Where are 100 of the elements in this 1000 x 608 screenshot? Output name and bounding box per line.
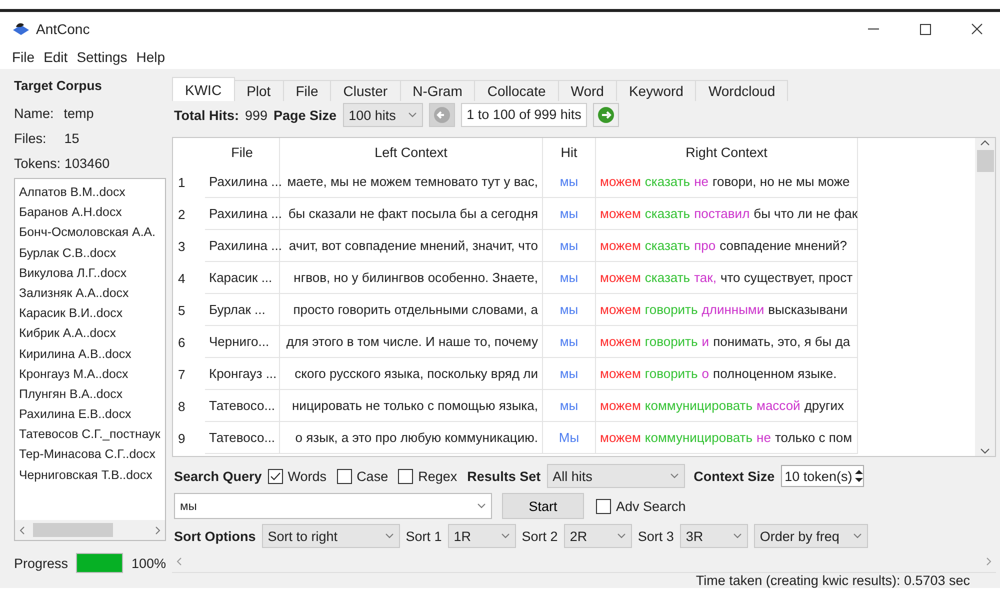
chevron-down-icon — [616, 533, 626, 539]
file-list-item[interactable]: Бонч-Осмоловская А.А. — [19, 222, 161, 243]
sort-level-label: Sort 1 — [406, 528, 442, 544]
table-cell: можем коммуницировать не только с пом — [596, 422, 858, 454]
file-list-item[interactable]: Алпатов В.М..docx — [19, 182, 161, 202]
app-logo-icon — [12, 21, 30, 37]
sort-mode-dropdown[interactable]: Sort to right — [262, 524, 400, 548]
checkbox[interactable] — [336, 468, 352, 484]
file-list-item[interactable]: Викулова Л.Г..docx — [19, 262, 161, 283]
table-cell: о язык, а это про любую коммуникацию. — [280, 422, 543, 454]
chevron-down-icon — [852, 533, 862, 539]
file-list-item[interactable]: Рахилина Е.В..docx — [19, 404, 161, 424]
files-count: 15 — [64, 131, 80, 146]
search-query-label: Search Query — [174, 468, 262, 484]
file-list-item[interactable]: Баранов А.Н.docx — [19, 202, 161, 222]
sort-level-dropdown[interactable]: 3R — [680, 524, 748, 548]
tab[interactable]: Keyword — [616, 80, 696, 101]
page-range-field[interactable]: 1 to 100 of 999 hits — [460, 103, 588, 127]
chevron-down-icon — [980, 448, 990, 454]
menu-item[interactable]: Edit — [44, 49, 68, 65]
progress-label: Progress — [14, 556, 68, 570]
chevron-right-icon — [986, 557, 992, 566]
file-list-item[interactable]: Черниговская Т.В..docx — [19, 464, 161, 485]
files-label: Files: — [14, 131, 46, 146]
total-hits-label: Total Hits: — [174, 108, 239, 122]
vertical-scrollbar[interactable] — [975, 138, 995, 456]
file-list-item[interactable]: Бурлак С.В..docx — [19, 242, 161, 263]
sort-level-label: Sort 3 — [638, 528, 674, 544]
file-list-item[interactable]: Кирилина А.В..docx — [19, 344, 161, 364]
table-cell: мы — [543, 262, 596, 294]
table-cell: можем говорить о полноценном языке. — [596, 358, 858, 390]
checkbox[interactable] — [398, 468, 414, 484]
row-number: 7 — [177, 366, 186, 384]
table-cell: Черниго... — [205, 326, 280, 358]
table-cell: Карасик ... — [205, 262, 280, 294]
sort-level-dropdown[interactable]: 1R — [448, 524, 516, 548]
page-size-dropdown[interactable]: 100 hits — [342, 103, 423, 127]
context-size-spinner[interactable]: 10 token(s) — [780, 465, 864, 487]
table-cell: Рахилина ... — [205, 166, 280, 198]
file-list-item[interactable]: Тер-Минасова С.Г..docx — [19, 444, 161, 465]
table-cell: мы — [543, 230, 596, 262]
table-cell: мы — [543, 166, 596, 198]
file-list-item[interactable]: Татевосов С.Г._постнаук — [19, 424, 161, 444]
order-dropdown[interactable]: Order by freq — [754, 524, 868, 548]
sort-level-dropdown[interactable]: 2R — [564, 524, 632, 548]
chevron-down-icon — [384, 533, 394, 539]
file-list-item[interactable]: Кибрик А.А..docx — [19, 323, 161, 344]
menu-item[interactable]: File — [12, 49, 35, 65]
table-cell: мы — [543, 326, 596, 358]
column-header[interactable]: File — [205, 138, 280, 166]
maximize-icon — [920, 24, 930, 34]
table-cell: можем сказать так, что существует, прост — [596, 262, 858, 294]
corpus-name: temp — [64, 106, 94, 121]
start-button[interactable]: Start — [502, 493, 584, 519]
close-icon — [971, 23, 983, 35]
table-cell: для этого в том числе. И наше то, почему — [280, 326, 543, 358]
file-list-item[interactable]: Карасик В.И..docx — [19, 303, 161, 324]
row-number: 3 — [177, 238, 186, 256]
table-cell: мы — [543, 294, 596, 326]
table-cell: мы — [543, 358, 596, 390]
search-query-field[interactable]: мы — [174, 493, 492, 519]
menu-item[interactable]: Help — [136, 49, 166, 65]
row-number: 8 — [177, 398, 186, 416]
row-number: 6 — [177, 334, 186, 352]
column-header[interactable]: Hit — [543, 138, 596, 166]
file-list-item[interactable]: Кронгауз М.А..docx — [19, 364, 161, 384]
table-cell: Мы — [543, 422, 596, 454]
tokens-label: Tokens: — [14, 156, 61, 171]
results-set-dropdown[interactable]: All hits — [546, 464, 685, 488]
table-cell: нгвов, но у билингвов особенно. Знаете, — [280, 262, 543, 294]
file-list-item[interactable]: Плунгян В.А..docx — [19, 384, 161, 404]
sort-level-label: Sort 2 — [522, 528, 558, 544]
chevron-right-icon — [155, 526, 161, 534]
menu-item[interactable]: Settings — [76, 49, 128, 65]
table-cell: мы — [543, 198, 596, 230]
scrollbar-thumb[interactable] — [33, 523, 113, 537]
tab[interactable]: KWIC — [172, 77, 235, 101]
column-header[interactable]: Right Context — [596, 138, 858, 166]
table-cell: Рахилина ... — [205, 230, 280, 262]
next-page-button[interactable] — [593, 103, 620, 127]
column-header[interactable]: Left Context — [280, 138, 543, 166]
chevron-left-icon — [176, 557, 182, 566]
scrollbar-thumb[interactable] — [976, 150, 994, 172]
table-cell: мы — [543, 390, 596, 422]
file-list-item[interactable]: Зализняк А.А..docx — [19, 282, 161, 304]
table-cell: Бурлак ... — [205, 294, 280, 326]
table-cell: ницировать не только с помощью языка, — [280, 390, 543, 422]
table-cell: можем говорить и понимать, это, я бы да — [596, 326, 858, 358]
corpus-heading: Target Corpus — [14, 77, 103, 95]
horizontal-scrollbar[interactable] — [15, 520, 165, 540]
table-cell: ского русского языка, поскольку вряд ли — [280, 358, 543, 390]
checkbox[interactable] — [268, 468, 283, 484]
previous-page-button[interactable] — [428, 103, 455, 127]
row-number: 5 — [177, 302, 186, 320]
row-number: 9 — [177, 430, 186, 448]
tab[interactable]: Wordcloud — [695, 80, 788, 101]
table-cell: просто говорить отдельными словами, а — [280, 294, 543, 326]
total-hits-value: 999 — [245, 108, 268, 122]
table-cell: Татевосо... — [205, 422, 280, 454]
checkbox[interactable] — [596, 498, 611, 514]
